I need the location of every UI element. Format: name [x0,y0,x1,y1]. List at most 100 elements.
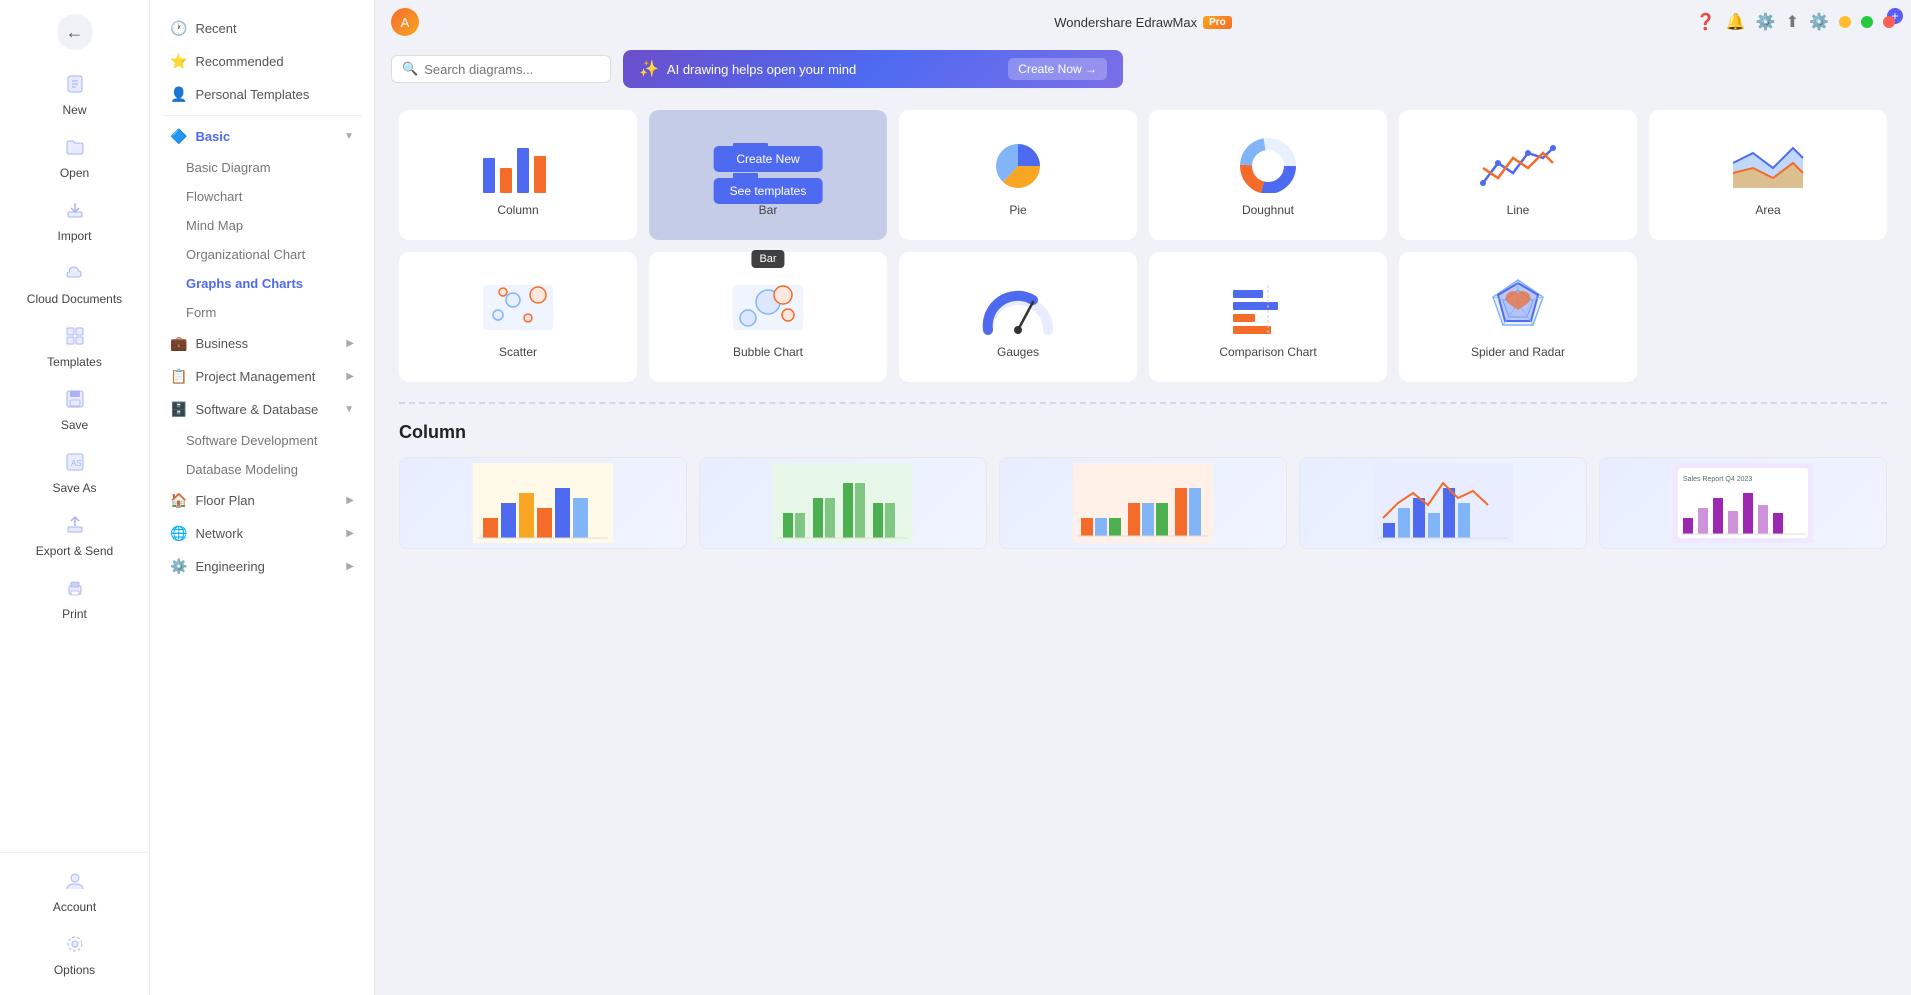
print-icon [65,578,85,603]
cloud-label: Cloud Documents [27,292,122,306]
sidebar-item-print[interactable]: Print [0,568,149,631]
sidebar-item-projectmgmt[interactable]: 📋 Project Management ▶ [150,360,374,393]
sidebar-sub-swdev[interactable]: Software Development [150,426,374,455]
sidebar-item-save[interactable]: Save [0,379,149,442]
sidebar-item-engineering[interactable]: ⚙️ Engineering ▶ [150,550,374,583]
sidebar-item-import[interactable]: Import [0,190,149,253]
see-templates-button[interactable]: See templates [714,178,823,204]
avatar-area: A [391,8,419,36]
sidebar-item-templates[interactable]: Templates [0,316,149,379]
form-label: Form [186,305,216,320]
business-chevron: ▶ [346,338,354,349]
pro-badge: Pro [1203,16,1232,29]
new-icon [65,74,85,99]
chart-card-scatter[interactable]: Scatter [399,252,637,382]
floorplan-icon: 🏠 [170,492,187,509]
template-card-1[interactable] [399,457,687,549]
saveas-label: Save As [52,481,96,495]
chart-card-pie[interactable]: Pie [899,110,1137,240]
network-icon: 🌐 [170,525,187,542]
chart-card-gauges[interactable]: Gauges [899,252,1137,382]
sidebar-sub-flowchart[interactable]: Flowchart [150,182,374,211]
sidebar-item-softwaredb[interactable]: 🗄️ Software & Database ▼ [150,393,374,426]
sidebar-item-export[interactable]: Export & Send [0,505,149,568]
chart-card-bar[interactable]: Bar Create New See templates Bar [649,110,887,240]
orgchart-label: Organizational Chart [186,247,305,262]
sidebar-item-business[interactable]: 💼 Business ▶ [150,327,374,360]
section-title: Column [399,422,1887,443]
chart-card-doughnut[interactable]: Doughnut [1149,110,1387,240]
titlebar: Wondershare EdrawMax Pro ❓ 🔔 ⚙️ ⬆ ⚙️ A [375,0,1911,44]
template-card-5[interactable]: Sales Report Q4 2023 [1599,457,1887,549]
sidebar-sub-mindmap[interactable]: Mind Map [150,211,374,240]
sidebar-bottom: Account Options [0,852,149,995]
comparison-thumbnail [1228,275,1308,335]
sidebar-item-recent[interactable]: 🕐 Recent [150,12,374,45]
back-button-area: ← [0,0,149,64]
settings-icon[interactable]: ⚙️ [1756,12,1776,32]
sidebar-item-basic[interactable]: 🔷 Basic ▼ [150,120,374,153]
chart-card-spider[interactable]: Spider and Radar [1399,252,1637,382]
chart-card-bubble[interactable]: Bubble Chart [649,252,887,382]
engineering-label: Engineering [195,559,264,574]
close-button[interactable] [1883,16,1895,28]
sidebar-item-recommended[interactable]: ⭐ Recommended [150,45,374,78]
help-icon[interactable]: ❓ [1696,12,1716,32]
chart-card-column[interactable]: Column [399,110,637,240]
sidebar-sub-basic-diagram[interactable]: Basic Diagram [150,153,374,182]
create-now-button[interactable]: Create Now → [1008,58,1107,80]
area-label: Area [1755,203,1780,217]
bell-icon[interactable]: 🔔 [1726,12,1746,32]
svg-text:Sales Report Q4 2023: Sales Report Q4 2023 [1683,476,1752,483]
sidebar-item-options[interactable]: Options [0,924,149,987]
sidebar-item-network[interactable]: 🌐 Network ▶ [150,517,374,550]
template-thumb-3 [1000,458,1286,548]
sidebar-item-floorplan[interactable]: 🏠 Floor Plan ▶ [150,484,374,517]
network-label: Network [195,526,243,541]
sidebar-item-personal[interactable]: 👤 Personal Templates [150,78,374,111]
sidebar-item-saveas[interactable]: AS Save As [0,442,149,505]
sidebar-item-open[interactable]: Open [0,127,149,190]
chart-card-comparison[interactable]: Comparison Chart [1149,252,1387,382]
sidebar-item-account[interactable]: Account [0,861,149,924]
new-label: New [62,103,86,117]
sidebar-item-cloud[interactable]: Cloud Documents [0,253,149,316]
business-label: Business [195,336,248,351]
create-new-button[interactable]: Create New [714,146,823,172]
bar-tooltip: Bar [751,250,784,268]
template-card-4[interactable] [1299,457,1587,549]
sidebar-sub-orgchart[interactable]: Organizational Chart [150,240,374,269]
app-title-area: Wondershare EdrawMax Pro [1054,15,1232,30]
maximize-button[interactable] [1861,16,1873,28]
projectmgmt-label: Project Management [195,369,315,384]
svg-text:AS: AS [71,459,82,468]
user-avatar[interactable]: A [391,8,419,36]
chart-card-line[interactable]: Line [1399,110,1637,240]
template-thumb-1 [400,458,686,548]
recent-icon: 🕐 [170,20,187,37]
personal-icon: 👤 [170,86,187,103]
scatter-label: Scatter [499,345,537,359]
sidebar-sub-graphs[interactable]: Graphs and Charts [150,269,374,298]
floorplan-label: Floor Plan [195,493,254,508]
basic-chevron: ▼ [344,131,354,142]
search-input[interactable] [424,62,600,77]
account-icon [65,871,85,896]
export-label: Export & Send [36,544,113,558]
chart-card-area[interactable]: Area [1649,110,1887,240]
minimize-button[interactable] [1839,16,1851,28]
sidebar-item-new[interactable]: New + [0,64,149,127]
sidebar-sub-dbmodeling[interactable]: Database Modeling [150,455,374,484]
save-label: Save [61,418,88,432]
sidebar-sub-form[interactable]: Form [150,298,374,327]
templates-label: Templates [47,355,102,369]
search-icon: 🔍 [402,61,418,77]
back-button[interactable]: ← [57,14,93,50]
import-label: Import [57,229,91,243]
template-card-3[interactable] [999,457,1287,549]
prefs-icon[interactable]: ⚙️ [1809,12,1829,32]
section-divider [399,402,1887,404]
template-card-2[interactable] [699,457,987,549]
share-icon[interactable]: ⬆ [1786,12,1799,32]
print-label: Print [62,607,87,621]
